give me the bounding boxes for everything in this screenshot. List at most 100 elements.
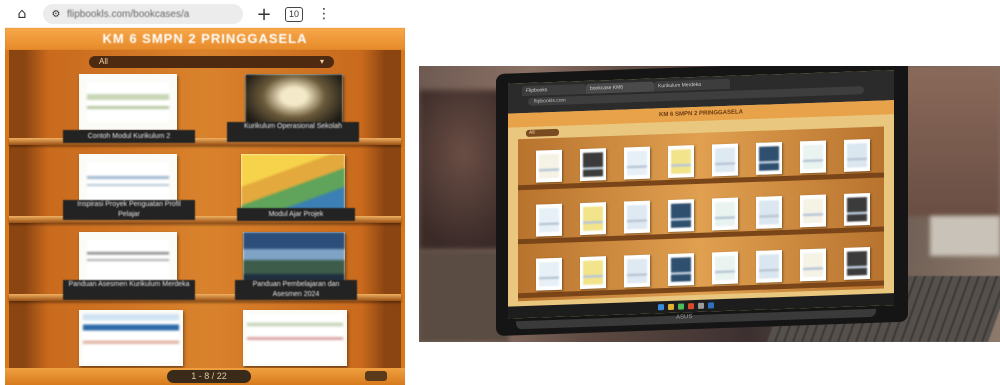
- laptop-book-art: [583, 260, 603, 285]
- laptop-book-cover[interactable]: [800, 140, 826, 174]
- document-cover: [87, 240, 169, 280]
- laptop-photo: Flipbooks bookcase KM6 Kurikulum Merdeka…: [419, 66, 1000, 342]
- laptop-book-cover[interactable]: [580, 202, 606, 236]
- laptop-book-art: [803, 198, 823, 224]
- home-icon[interactable]: ⌂: [13, 6, 31, 22]
- laptop-book-art: [583, 152, 603, 177]
- laptop-book-art: [759, 254, 779, 279]
- book-label[interactable]: Kurikulum Operasional Sekolah: [227, 122, 359, 142]
- laptop-bookcase: [518, 126, 884, 302]
- address-bar[interactable]: ⚙ flipbookls.com/bookcases/a: [43, 4, 243, 24]
- laptop-book-cover[interactable]: [712, 251, 738, 285]
- taskbar-icon[interactable]: [658, 304, 664, 311]
- laptop-book-cover[interactable]: [580, 148, 606, 182]
- browser-toolbar: ⌂ ⚙ flipbookls.com/bookcases/a + 10 ⋮: [5, 0, 405, 28]
- laptop-book-art: [715, 147, 735, 173]
- laptop-book-art: [803, 252, 823, 278]
- laptop-book-art: [715, 255, 735, 281]
- book-label[interactable]: Panduan Pembelajaran dan Asesmen 2024: [235, 280, 357, 300]
- laptop-book-cover[interactable]: [844, 138, 870, 172]
- bookcase-title: KM 6 SMPN 2 PRINGGASELA: [5, 28, 405, 50]
- book-cover[interactable]: [79, 74, 177, 130]
- laptop-book-cover[interactable]: [800, 194, 826, 228]
- laptop-book-art: [627, 204, 647, 230]
- laptop-book-cover[interactable]: [756, 142, 782, 175]
- pagination-bar: 1 - 8 / 22: [5, 368, 405, 385]
- book-label[interactable]: Inspirasi Proyek Penguatan Profil Pelaja…: [63, 200, 195, 220]
- laptop-book-art: [759, 200, 779, 225]
- document-cover: [247, 314, 343, 362]
- laptop-book-cover[interactable]: [624, 200, 650, 234]
- laptop-book-cover[interactable]: [536, 149, 562, 183]
- bookcase: All ▾ Contoh Modul Kurikulum 2 Kurikulum…: [9, 50, 401, 368]
- laptop-shelf-plank: [518, 172, 884, 191]
- book-label[interactable]: Panduan Asesmen Kurikulum Merdeka: [63, 280, 195, 300]
- taskbar-icon[interactable]: [708, 302, 714, 309]
- laptop-book-art: [847, 143, 867, 168]
- chevron-down-icon: ▾: [319, 57, 324, 66]
- title-document-cover: [83, 314, 179, 362]
- category-filter-dropdown[interactable]: All ▾: [89, 56, 334, 68]
- new-tab-button[interactable]: +: [255, 4, 273, 25]
- book-cover[interactable]: [241, 154, 345, 210]
- taskbar-icon[interactable]: [698, 302, 704, 309]
- laptop: Flipbooks bookcase KM6 Kurikulum Merdeka…: [496, 66, 908, 337]
- laptop-book-cover[interactable]: [668, 199, 694, 232]
- background-wall: [905, 66, 1000, 216]
- laptop-book-cover[interactable]: [580, 256, 606, 290]
- laptop-book-cover[interactable]: [756, 196, 782, 229]
- laptop-book-art: [627, 258, 647, 284]
- book-label[interactable]: Modul Ajar Projek: [237, 208, 355, 221]
- laptop-book-cover[interactable]: [800, 248, 826, 282]
- page-indicator[interactable]: 1 - 8 / 22: [167, 370, 251, 383]
- book-cover[interactable]: [79, 310, 183, 366]
- browser-tab[interactable]: bookcase KM6: [586, 81, 654, 94]
- laptop-book-art: [803, 144, 823, 170]
- laptop-book-cover[interactable]: [624, 146, 650, 180]
- bookcase-menu-button[interactable]: [365, 371, 387, 381]
- more-vertical-icon[interactable]: ⋮: [315, 6, 333, 22]
- laptop-book-art: [583, 206, 603, 231]
- laptop-book-art: [671, 203, 691, 228]
- laptop-category-filter[interactable]: All: [526, 128, 559, 137]
- laptop-book-art: [539, 153, 559, 179]
- laptop-screen: Flipbooks bookcase KM6 Kurikulum Merdeka…: [508, 70, 894, 319]
- laptop-shelf-plank: [518, 226, 884, 245]
- filter-label: All: [99, 57, 108, 66]
- colorful-cover: [241, 154, 345, 210]
- browser-tab[interactable]: Kurikulum Merdeka: [654, 78, 730, 92]
- laptop-book-cover[interactable]: [844, 192, 870, 226]
- laptop-book-art: [539, 261, 559, 287]
- laptop-book-art: [627, 150, 647, 176]
- phone-screenshot: ⌂ ⚙ flipbookls.com/bookcases/a + 10 ⋮ KM…: [5, 0, 405, 385]
- laptop-book-cover[interactable]: [624, 254, 650, 288]
- laptop-book-cover[interactable]: [712, 197, 738, 231]
- laptop-book-cover[interactable]: [712, 143, 738, 177]
- laptop-book-cover[interactable]: [756, 250, 782, 283]
- laptop-book-art: [539, 207, 559, 233]
- taskbar-icon[interactable]: [668, 303, 674, 310]
- url-text: flipbookls.com/bookcases/a: [67, 8, 190, 20]
- browser-tab[interactable]: Flipbooks: [522, 83, 586, 97]
- laptop-book-art: [715, 201, 735, 227]
- laptop-book-cover[interactable]: [668, 145, 694, 178]
- laptop-book-cover[interactable]: [668, 253, 694, 286]
- taskbar-icon[interactable]: [678, 303, 684, 310]
- laptop-book-cover[interactable]: [536, 257, 562, 291]
- laptop-book-art: [847, 251, 867, 276]
- laptop-book-art: [759, 146, 779, 171]
- laptop-book-art: [671, 149, 691, 174]
- laptop-book-cover[interactable]: [536, 203, 562, 237]
- document-cover: [87, 82, 169, 122]
- document-cover: [87, 162, 169, 202]
- book-cover[interactable]: [243, 310, 347, 366]
- background-cloth: [930, 216, 1000, 256]
- book-label[interactable]: Contoh Modul Kurikulum 2: [63, 130, 195, 143]
- laptop-book-art: [671, 257, 691, 282]
- laptop-book-cover[interactable]: [844, 246, 870, 280]
- tune-icon[interactable]: ⚙: [51, 9, 61, 20]
- laptop-book-art: [847, 197, 867, 222]
- taskbar-icon[interactable]: [688, 303, 694, 310]
- laptop-brand-logo: ASUS: [676, 314, 693, 321]
- tab-count-button[interactable]: 10: [285, 6, 303, 22]
